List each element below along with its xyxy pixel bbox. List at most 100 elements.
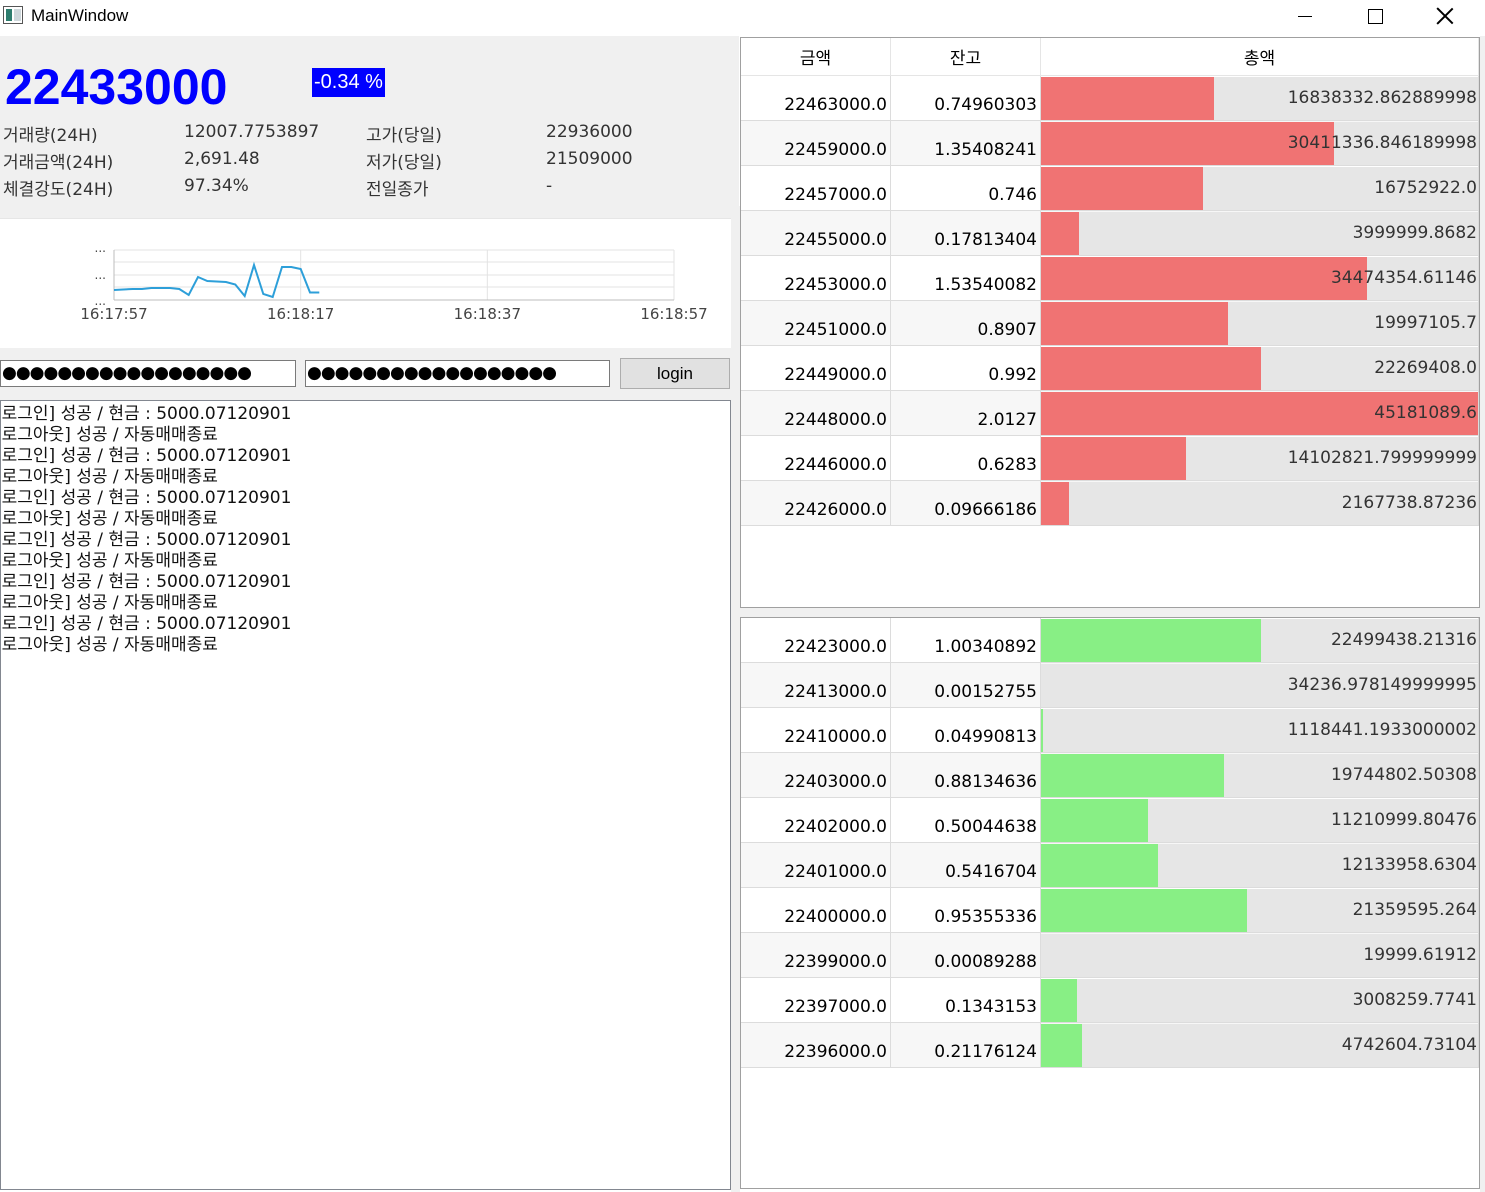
- row-total-bar: 19997105.7: [1041, 301, 1479, 345]
- row-total-bar: 16838332.862889998: [1041, 76, 1479, 120]
- secret-key-input[interactable]: ●●●●●●●●●●●●●●●●●●: [305, 360, 610, 387]
- ask-row[interactable]: 22455000.0 0.17813404 3999999.8682: [741, 211, 1479, 256]
- stat-value-volume: 12007.7753897: [184, 122, 320, 142]
- row-total: 19999.61912: [1363, 945, 1477, 965]
- row-total: 1118441.1933000002: [1287, 720, 1477, 740]
- stat-value-amount: 2,691.48: [184, 149, 260, 169]
- ask-row[interactable]: 22451000.0 0.8907 19997105.7: [741, 301, 1479, 346]
- bid-row[interactable]: 22397000.0 0.1343153 3008259.7741: [741, 978, 1479, 1023]
- total-bar-fill: [1041, 302, 1228, 345]
- total-bar-track: 19997105.7: [1041, 302, 1478, 345]
- log-line: [로그아웃] 성공 / 자동매매종료: [0, 593, 218, 613]
- total-bar-track: 22499438.21316: [1041, 619, 1478, 662]
- row-total: 21359595.264: [1352, 900, 1477, 920]
- ask-row[interactable]: 22463000.0 0.74960303 16838332.862889998: [741, 76, 1479, 121]
- log-line: [로그인] 성공 / 현금 : 5000.07120901: [0, 404, 292, 424]
- row-total-bar: 4742604.73104: [1041, 1023, 1479, 1067]
- ask-row[interactable]: 22459000.0 1.35408241 30411336.846189998: [741, 121, 1479, 166]
- maximize-button[interactable]: [1340, 0, 1410, 32]
- row-price: 22426000.0: [741, 481, 891, 525]
- ask-row[interactable]: 22446000.0 0.6283 14102821.799999999: [741, 436, 1479, 481]
- stat-value-high: 22936000: [546, 122, 633, 142]
- row-price: 22449000.0: [741, 346, 891, 390]
- row-price: 22396000.0: [741, 1023, 891, 1067]
- row-price: 22400000.0: [741, 888, 891, 932]
- row-total: 12133958.6304: [1341, 855, 1477, 875]
- total-bar-fill: [1041, 754, 1224, 797]
- total-bar-track: 3999999.8682: [1041, 212, 1478, 255]
- close-button[interactable]: [1410, 0, 1480, 32]
- access-key-input[interactable]: ●●●●●●●●●●●●●●●●●●: [0, 360, 296, 387]
- stat-label-volume: 거래량(24H): [3, 126, 98, 146]
- row-price: 22423000.0: [741, 618, 891, 662]
- total-bar-fill: [1041, 619, 1261, 662]
- bid-row[interactable]: 22410000.0 0.04990813 1118441.1933000002: [741, 708, 1479, 753]
- bid-row[interactable]: 22413000.0 0.00152755 34236.978149999995: [741, 663, 1479, 708]
- bid-row[interactable]: 22400000.0 0.95355336 21359595.264: [741, 888, 1479, 933]
- row-quantity: 0.88134636: [891, 753, 1041, 797]
- panel-separator: [0, 206, 739, 218]
- stat-label-high: 고가(당일): [366, 126, 442, 146]
- stat-label-low: 저가(당일): [366, 153, 442, 173]
- row-total: 14102821.799999999: [1287, 448, 1477, 468]
- total-bar-fill: [1041, 799, 1148, 842]
- ask-row[interactable]: 22453000.0 1.53540082 34474354.61146: [741, 256, 1479, 301]
- total-bar-fill: [1041, 889, 1247, 932]
- log-list[interactable]: [로그인] 성공 / 현금 : 5000.07120901 [로그아웃] 성공 /…: [0, 400, 731, 1190]
- stat-label-strength: 체결강도(24H): [3, 180, 114, 200]
- ask-row[interactable]: 22449000.0 0.992 22269408.0: [741, 346, 1479, 391]
- row-total: 4742604.73104: [1341, 1035, 1477, 1055]
- row-quantity: 1.35408241: [891, 121, 1041, 165]
- row-price: 22402000.0: [741, 798, 891, 842]
- row-total: 34474354.61146: [1330, 268, 1477, 288]
- ask-row[interactable]: 22457000.0 0.746 16752922.0: [741, 166, 1479, 211]
- total-bar-track: 19999.61912: [1041, 934, 1478, 977]
- bid-row[interactable]: 22423000.0 1.00340892 22499438.21316: [741, 618, 1479, 663]
- total-bar-track: 4742604.73104: [1041, 1024, 1478, 1067]
- total-bar-fill: [1041, 1024, 1082, 1067]
- total-bar-fill: [1041, 482, 1069, 525]
- total-bar-track: 2167738.87236: [1041, 482, 1478, 525]
- bid-row[interactable]: 22402000.0 0.50044638 11210999.80476: [741, 798, 1479, 843]
- row-price: 22451000.0: [741, 301, 891, 345]
- header-quantity: 잔고: [891, 38, 1041, 75]
- row-total: 45181089.6: [1374, 403, 1477, 423]
- bid-orderbook-table[interactable]: 22423000.0 1.00340892 22499438.21316 224130…: [740, 617, 1480, 1189]
- current-price: 22433000: [5, 59, 228, 115]
- row-total-bar: 34474354.61146: [1041, 256, 1479, 300]
- row-total-bar: 11210999.80476: [1041, 798, 1479, 842]
- window-title: MainWindow: [31, 6, 129, 25]
- bid-row[interactable]: 22403000.0 0.88134636 19744802.50308: [741, 753, 1479, 798]
- row-price: 22397000.0: [741, 978, 891, 1022]
- row-total-bar: 22269408.0: [1041, 346, 1479, 390]
- row-total: 34236.978149999995: [1287, 675, 1477, 695]
- row-price: 22446000.0: [741, 436, 891, 480]
- y-tick-label: ...: [95, 268, 106, 282]
- login-button[interactable]: login: [620, 358, 730, 389]
- y-tick-label: ...: [95, 294, 106, 308]
- total-bar-fill: [1041, 347, 1261, 390]
- bid-row[interactable]: 22396000.0 0.21176124 4742604.73104: [741, 1023, 1479, 1068]
- row-total-bar: 21359595.264: [1041, 888, 1479, 932]
- row-quantity: 0.6283: [891, 436, 1041, 480]
- row-total-bar: 12133958.6304: [1041, 843, 1479, 887]
- log-entries: [로그인] 성공 / 현금 : 5000.07120901 [로그아웃] 성공 /…: [1, 401, 730, 656]
- stat-label-prev-close: 전일종가: [366, 180, 429, 200]
- total-bar-fill: [1041, 212, 1079, 255]
- row-quantity: 0.746: [891, 166, 1041, 210]
- ask-orderbook-table[interactable]: 금액 잔고 총액 22463000.0 0.74960303 16838332.86…: [740, 37, 1480, 608]
- row-total: 16838332.862889998: [1287, 88, 1477, 108]
- minimize-button[interactable]: [1270, 0, 1340, 32]
- bid-row[interactable]: 22401000.0 0.5416704 12133958.6304: [741, 843, 1479, 888]
- price-line-chart: 16:17:57 16:18:17 16:18:37 16:18:57........…: [80, 241, 707, 323]
- bid-row[interactable]: 22399000.0 0.00089288 19999.61912: [741, 933, 1479, 978]
- total-bar-track: 3008259.7741: [1041, 979, 1478, 1022]
- row-quantity: 0.992: [891, 346, 1041, 390]
- book-separator: [740, 608, 1485, 617]
- ask-row[interactable]: 22448000.0 2.0127 45181089.6: [741, 391, 1479, 436]
- column-separator: [731, 206, 740, 1192]
- row-total: 22269408.0: [1374, 358, 1477, 378]
- ask-rows: 22463000.0 0.74960303 16838332.862889998 22…: [741, 76, 1479, 526]
- ask-row[interactable]: 22426000.0 0.09666186 2167738.87236: [741, 481, 1479, 526]
- row-quantity: 0.5416704: [891, 843, 1041, 887]
